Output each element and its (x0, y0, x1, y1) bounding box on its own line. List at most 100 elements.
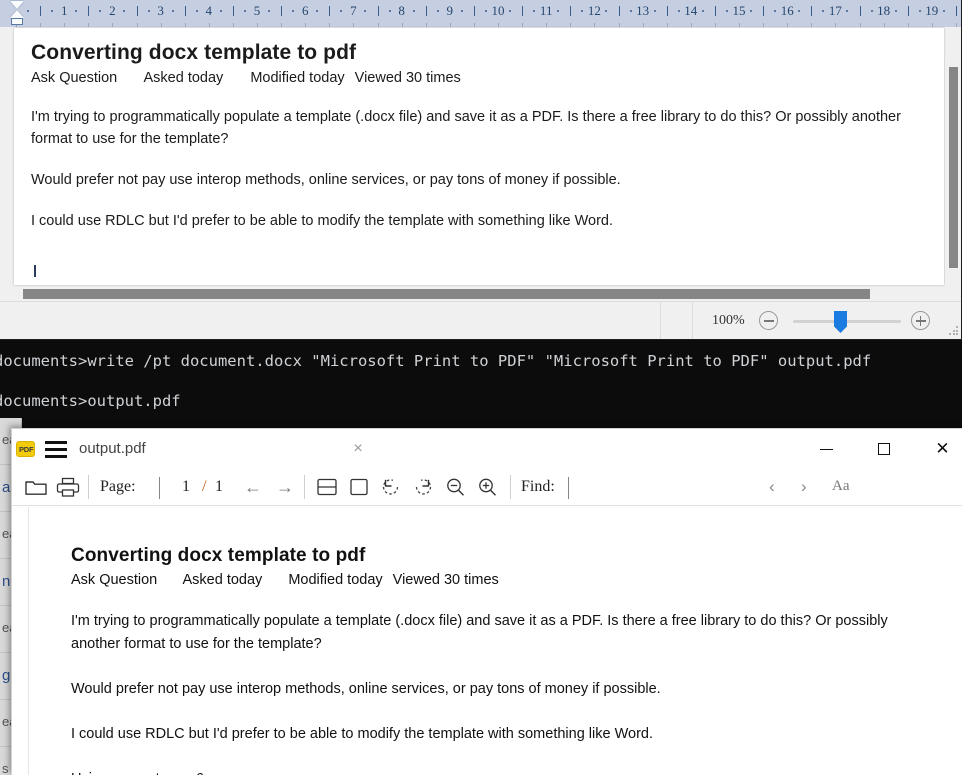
current-page-number[interactable]: 1 (182, 478, 190, 496)
pdf-doc-meta: Ask Question Asked today Modified today … (71, 572, 943, 588)
pdf-doc-title: Converting docx template to pdf (71, 545, 366, 566)
hanging-indent-marker[interactable] (10, 10, 24, 18)
ruler-number: 12 (587, 3, 601, 18)
ruler-number: 5 (253, 3, 261, 18)
ruler-lower-tick (546, 23, 548, 27)
ruler-tick-mark (460, 10, 463, 12)
ruler-tick-mark (316, 10, 319, 12)
minimize-button[interactable] (804, 429, 849, 468)
word-vertical-scroll-thumb[interactable] (949, 67, 958, 268)
ruler-lower-tick (425, 23, 427, 27)
ruler-tick-mark (570, 6, 572, 16)
zoom-in-icon[interactable] (475, 476, 501, 498)
rotate-counter-clockwise-icon[interactable] (379, 476, 403, 498)
pdf-viewer-window[interactable]: PDF output.pdf × ✕ Page: 1 / 1 ← → Find:… (11, 428, 962, 775)
rotate-clockwise-icon[interactable] (411, 476, 435, 498)
minimize-icon (820, 448, 833, 450)
ruler-tick-mark (677, 10, 680, 12)
ruler-tick-mark (329, 6, 331, 16)
first-line-indent-marker[interactable] (10, 1, 24, 9)
zoom-in-icon[interactable] (911, 311, 930, 330)
maximize-button[interactable] (861, 429, 906, 468)
ruler-lower-tick (714, 23, 716, 27)
ruler-tick-mark (292, 10, 295, 12)
find-next-icon[interactable]: › (801, 476, 807, 498)
ruler-tick-mark (377, 6, 379, 16)
zoom-out-icon[interactable] (443, 476, 469, 498)
status-divider (692, 302, 693, 339)
word-horizontal-scroll-thumb[interactable] (23, 289, 870, 299)
pdf-sidebar[interactable] (12, 507, 29, 775)
ruler-tick-mark (894, 10, 897, 12)
zoom-out-icon[interactable] (759, 311, 778, 330)
resize-grip-icon[interactable] (949, 326, 959, 336)
word-document-window[interactable]: 1 2 3 4 5 6 7 8 9 10 11 12 13 14 15 16 17 18 19 Converting… (0, 0, 962, 340)
pdf-page[interactable]: Converting docx template to pdf Ask Ques… (30, 507, 962, 775)
ruler-lower-tick (570, 23, 572, 27)
print-icon[interactable] (56, 476, 80, 498)
ruler-tick-mark (629, 10, 632, 12)
word-ruler[interactable]: 1 2 3 4 5 6 7 8 9 10 11 12 13 14 15 16 17 18 19 (0, 0, 961, 27)
continuous-view-icon[interactable] (315, 476, 339, 498)
ruler-tick-mark (340, 10, 343, 12)
menu-icon[interactable] (45, 441, 67, 458)
ruler-tick-mark (51, 10, 54, 12)
pdf-paragraph: Using asp.net core 6. (71, 768, 921, 775)
pdf-toolbar[interactable]: Page: 1 / 1 ← → Find: ‹ › Aa (12, 468, 962, 506)
word-page[interactable]: Converting docx template to pdf Ask Ques… (14, 28, 944, 285)
ruler-lower-tick (88, 23, 90, 27)
ruler-number: 2 (109, 3, 116, 18)
previous-page-icon[interactable]: ← (244, 476, 262, 498)
close-tab-icon[interactable]: × (349, 441, 367, 457)
pdf-meta-asked: Asked today (182, 572, 263, 588)
ruler-tick-mark (509, 10, 512, 12)
text-size-icon[interactable]: Aa (832, 478, 850, 495)
ruler-lower-tick (498, 23, 499, 27)
open-file-icon[interactable] (24, 476, 48, 498)
toolbar-divider (510, 475, 511, 499)
zoom-slider-thumb[interactable] (834, 311, 847, 333)
ruler-number: 10 (491, 3, 505, 18)
ruler-tick-mark (581, 10, 584, 12)
pdf-document-area[interactable]: Converting docx template to pdf Ask Ques… (12, 507, 962, 775)
ruler-tick-mark (725, 10, 728, 12)
zoom-level-label[interactable]: 100% (712, 313, 745, 329)
ruler-lower-tick (907, 23, 909, 27)
ruler-tick-mark (281, 6, 283, 16)
ruler-tick-mark (219, 10, 222, 12)
find-label: Find: (521, 478, 555, 495)
word-meta-viewed: Viewed 30 times (354, 70, 461, 86)
find-previous-icon[interactable]: ‹ (769, 476, 775, 498)
close-window-button[interactable]: ✕ (920, 429, 962, 468)
ruler-number: 6 (301, 3, 309, 18)
status-divider (660, 302, 661, 339)
find-input[interactable] (567, 478, 752, 498)
ruler-tick-mark (714, 6, 716, 16)
split-page-icon (317, 478, 337, 496)
zoom-slider-track[interactable] (793, 320, 901, 323)
ruler-tick-mark (412, 10, 415, 12)
word-meta-ask-question: Ask Question (31, 70, 118, 86)
word-canvas: Converting docx template to pdf Ask Ques… (0, 28, 961, 329)
word-text-body[interactable]: Converting docx template to pdf Ask Ques… (31, 41, 924, 251)
left-indent-marker[interactable] (11, 18, 23, 25)
ruler-number: 15 (732, 3, 746, 18)
ruler-lower-tick (353, 23, 355, 27)
total-page-count: 1 (215, 478, 223, 495)
ruler-tick-mark (918, 10, 921, 12)
ruler-tick-mark (942, 10, 945, 12)
ruler-number: 11 (539, 3, 553, 18)
ruler-tick-mark (653, 10, 656, 12)
pdf-tab-title[interactable]: output.pdf (79, 440, 146, 457)
ruler-tick-mark (533, 10, 536, 12)
ruler-tick-mark (859, 6, 861, 16)
next-page-icon[interactable]: → (276, 476, 294, 498)
word-status-bar: 100% (0, 301, 961, 339)
pdf-title-bar[interactable]: PDF output.pdf × ✕ (12, 429, 962, 468)
word-horizontal-scrollbar[interactable] (0, 287, 961, 301)
terminal-line-command: documents>write /pt document.docx "Micro… (0, 352, 872, 370)
ruler-number: 19 (925, 3, 939, 18)
ruler-number: 9 (446, 3, 454, 18)
ruler-tick-mark (40, 6, 42, 16)
single-page-view-icon[interactable] (347, 476, 371, 498)
